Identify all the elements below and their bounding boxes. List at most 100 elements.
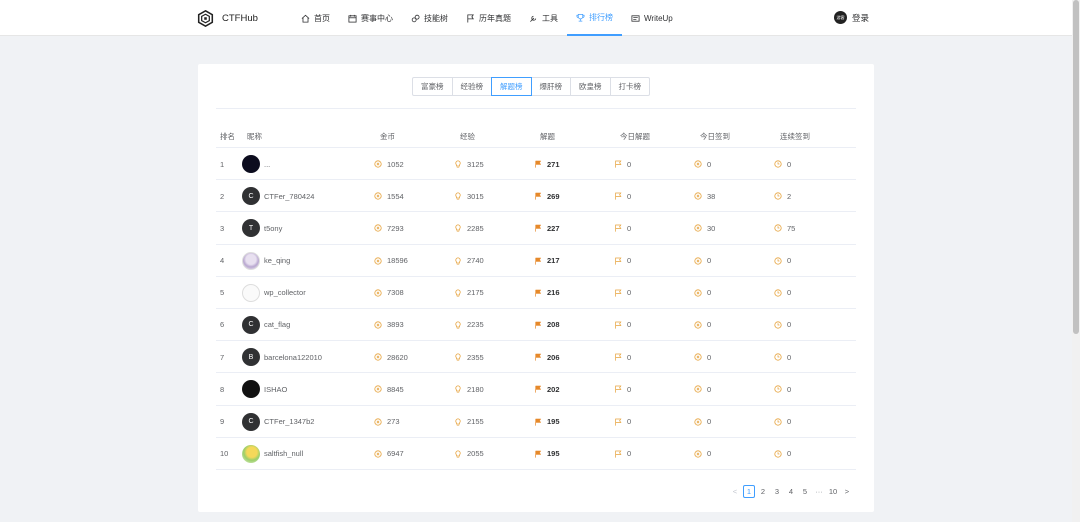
nav-writeup-label: WriteUp: [644, 13, 673, 23]
page-10[interactable]: 10: [827, 485, 839, 498]
user-cell[interactable]: Ccat_flag: [242, 309, 290, 341]
flag-filled-icon: [534, 257, 542, 265]
exp-cell: 2285: [454, 212, 484, 244]
user-cell[interactable]: wp_collector: [242, 277, 306, 309]
nav-home[interactable]: 首页: [292, 0, 339, 36]
avatar[interactable]: C: [242, 315, 260, 334]
username[interactable]: wp_collector: [264, 288, 306, 297]
table-row: 6 Ccat_flag 3893 2235 208 0 0 0: [216, 309, 856, 342]
avatar[interactable]: C: [242, 412, 260, 431]
user-cell[interactable]: Tt5ony: [242, 212, 282, 244]
nav-skill-tree[interactable]: 技能树: [402, 0, 457, 36]
logo[interactable]: CTFHub: [197, 10, 258, 27]
page-1[interactable]: 1: [743, 485, 755, 498]
today-checkin-value: 0: [707, 159, 712, 169]
home-icon: [301, 14, 310, 23]
nav-tools[interactable]: 工具: [520, 0, 567, 36]
page-scrollbar[interactable]: [1072, 0, 1080, 522]
tab-solved[interactable]: 解题榜: [491, 77, 532, 96]
coins-cell: 3893: [374, 309, 404, 341]
top-navbar: CTFHub 首页 赛事中心 技能树 历年真题 工具 排行榜 WriteUp 游…: [0, 0, 1072, 36]
writeup-icon: [631, 14, 640, 22]
tool-icon: [530, 15, 537, 22]
today-checkin-cell: 0: [694, 148, 711, 180]
user-cell[interactable]: C CTFer_780424: [242, 180, 314, 212]
user-cell[interactable]: saltfish_null: [242, 438, 303, 470]
coin-icon: [374, 224, 382, 232]
coins-cell: 6947: [374, 438, 404, 470]
exp-value: 2155: [467, 417, 484, 426]
streak-cell: 0: [774, 245, 791, 277]
avatar[interactable]: [242, 444, 260, 463]
col-streak: 连续签到: [780, 132, 810, 141]
nav-past-problems[interactable]: 历年真题: [457, 0, 520, 36]
clock-icon: [774, 192, 782, 200]
user-cell[interactable]: ISHAO: [242, 373, 287, 405]
page-5[interactable]: 5: [799, 485, 811, 498]
coin-icon: [694, 289, 702, 297]
table-row: 9 C CTFer_1347b2 273 2155 195 0 0 0: [216, 406, 856, 438]
username[interactable]: saltfish_null: [264, 449, 303, 458]
user-cell[interactable]: ...: [242, 148, 270, 180]
nav-home-label: 首页: [314, 13, 330, 23]
username[interactable]: ke_qing: [264, 256, 290, 265]
username[interactable]: CTFer_1347b2: [264, 417, 314, 426]
nav-leaderboard[interactable]: 排行榜: [567, 0, 622, 36]
today-checkin-cell: 30: [694, 212, 715, 244]
avatar[interactable]: B: [242, 348, 260, 367]
scrollbar-thumb[interactable]: [1073, 0, 1079, 334]
streak-value: 0: [787, 352, 792, 362]
exp-cell: 2355: [454, 341, 484, 373]
col-rank: 排名: [220, 132, 235, 141]
coins-value: 7308: [387, 288, 404, 298]
today-solved-value: 0: [627, 384, 632, 394]
tab-rich[interactable]: 富豪榜: [412, 77, 453, 96]
user-cell[interactable]: ke_qing: [242, 245, 290, 277]
avatar[interactable]: C: [242, 187, 260, 206]
col-nickname: 昵称: [247, 132, 262, 141]
solved-value: 217: [547, 256, 560, 266]
username[interactable]: ...: [264, 160, 270, 169]
avatar[interactable]: T: [242, 219, 260, 238]
avatar[interactable]: [242, 251, 260, 270]
solved-value: 202: [547, 384, 560, 394]
streak-cell: 0: [774, 373, 791, 405]
username[interactable]: cat_flag: [264, 320, 290, 329]
table-row: 5 wp_collector 7308 2175 216 0 0 0: [216, 277, 856, 309]
avatar[interactable]: [242, 380, 260, 399]
streak-value: 75: [787, 223, 796, 233]
tab-checkin[interactable]: 打卡榜: [609, 77, 650, 96]
coin-icon: [694, 450, 702, 458]
nav-writeup[interactable]: WriteUp: [622, 0, 682, 36]
page-2[interactable]: 2: [757, 485, 769, 498]
user-cell[interactable]: C CTFer_1347b2: [242, 406, 314, 438]
avatar[interactable]: [242, 283, 260, 302]
today-checkin-cell: 0: [694, 309, 711, 341]
coin-icon: [694, 224, 702, 232]
username[interactable]: t5ony: [264, 224, 282, 233]
user-cell[interactable]: Bbarcelona122010: [242, 341, 322, 373]
tab-experience[interactable]: 经验榜: [451, 77, 492, 96]
page-4[interactable]: 4: [785, 485, 797, 498]
page-ellipsis[interactable]: ···: [813, 485, 825, 498]
username[interactable]: ISHAO: [264, 385, 287, 394]
username[interactable]: CTFer_780424: [264, 192, 314, 201]
today-solved-cell: 0: [614, 212, 631, 244]
prev-page-button[interactable]: <: [729, 485, 741, 498]
today-checkin-value: 0: [707, 320, 712, 330]
tab-lucky[interactable]: 欧皇榜: [570, 77, 611, 96]
flag-icon: [467, 13, 474, 23]
login-button[interactable]: 游客 登录: [834, 11, 869, 24]
avatar[interactable]: [242, 155, 260, 173]
next-page-button[interactable]: >: [841, 485, 853, 498]
page-3[interactable]: 3: [771, 485, 783, 498]
coin-icon: [374, 289, 382, 297]
tab-grind[interactable]: 爆肝榜: [530, 77, 571, 96]
coin-icon: [694, 353, 702, 361]
coin-icon: [694, 385, 702, 393]
nav-events[interactable]: 赛事中心: [339, 0, 402, 36]
username[interactable]: barcelona122010: [264, 353, 322, 362]
flag-outline-icon: [614, 321, 622, 329]
nav-leaderboard-label: 排行榜: [589, 12, 613, 22]
coins-cell: 1052: [374, 148, 404, 180]
